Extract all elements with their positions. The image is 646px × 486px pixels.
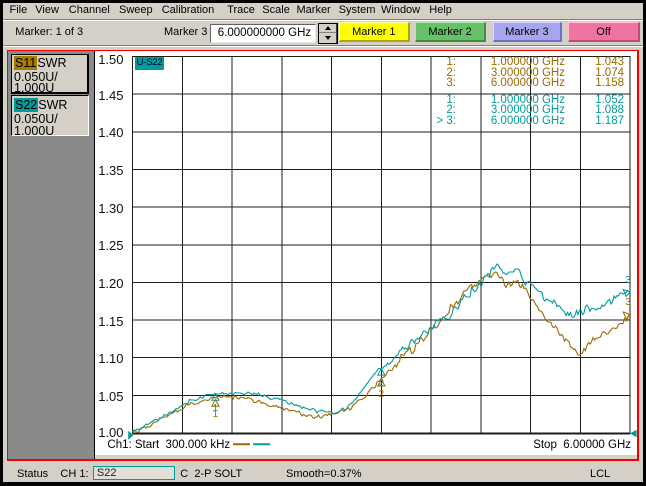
svg-text:2: 2 bbox=[379, 389, 385, 400]
svg-text:3: 3 bbox=[625, 275, 631, 286]
svg-text:3: 3 bbox=[625, 297, 631, 308]
svg-text:1: 1 bbox=[213, 409, 219, 420]
